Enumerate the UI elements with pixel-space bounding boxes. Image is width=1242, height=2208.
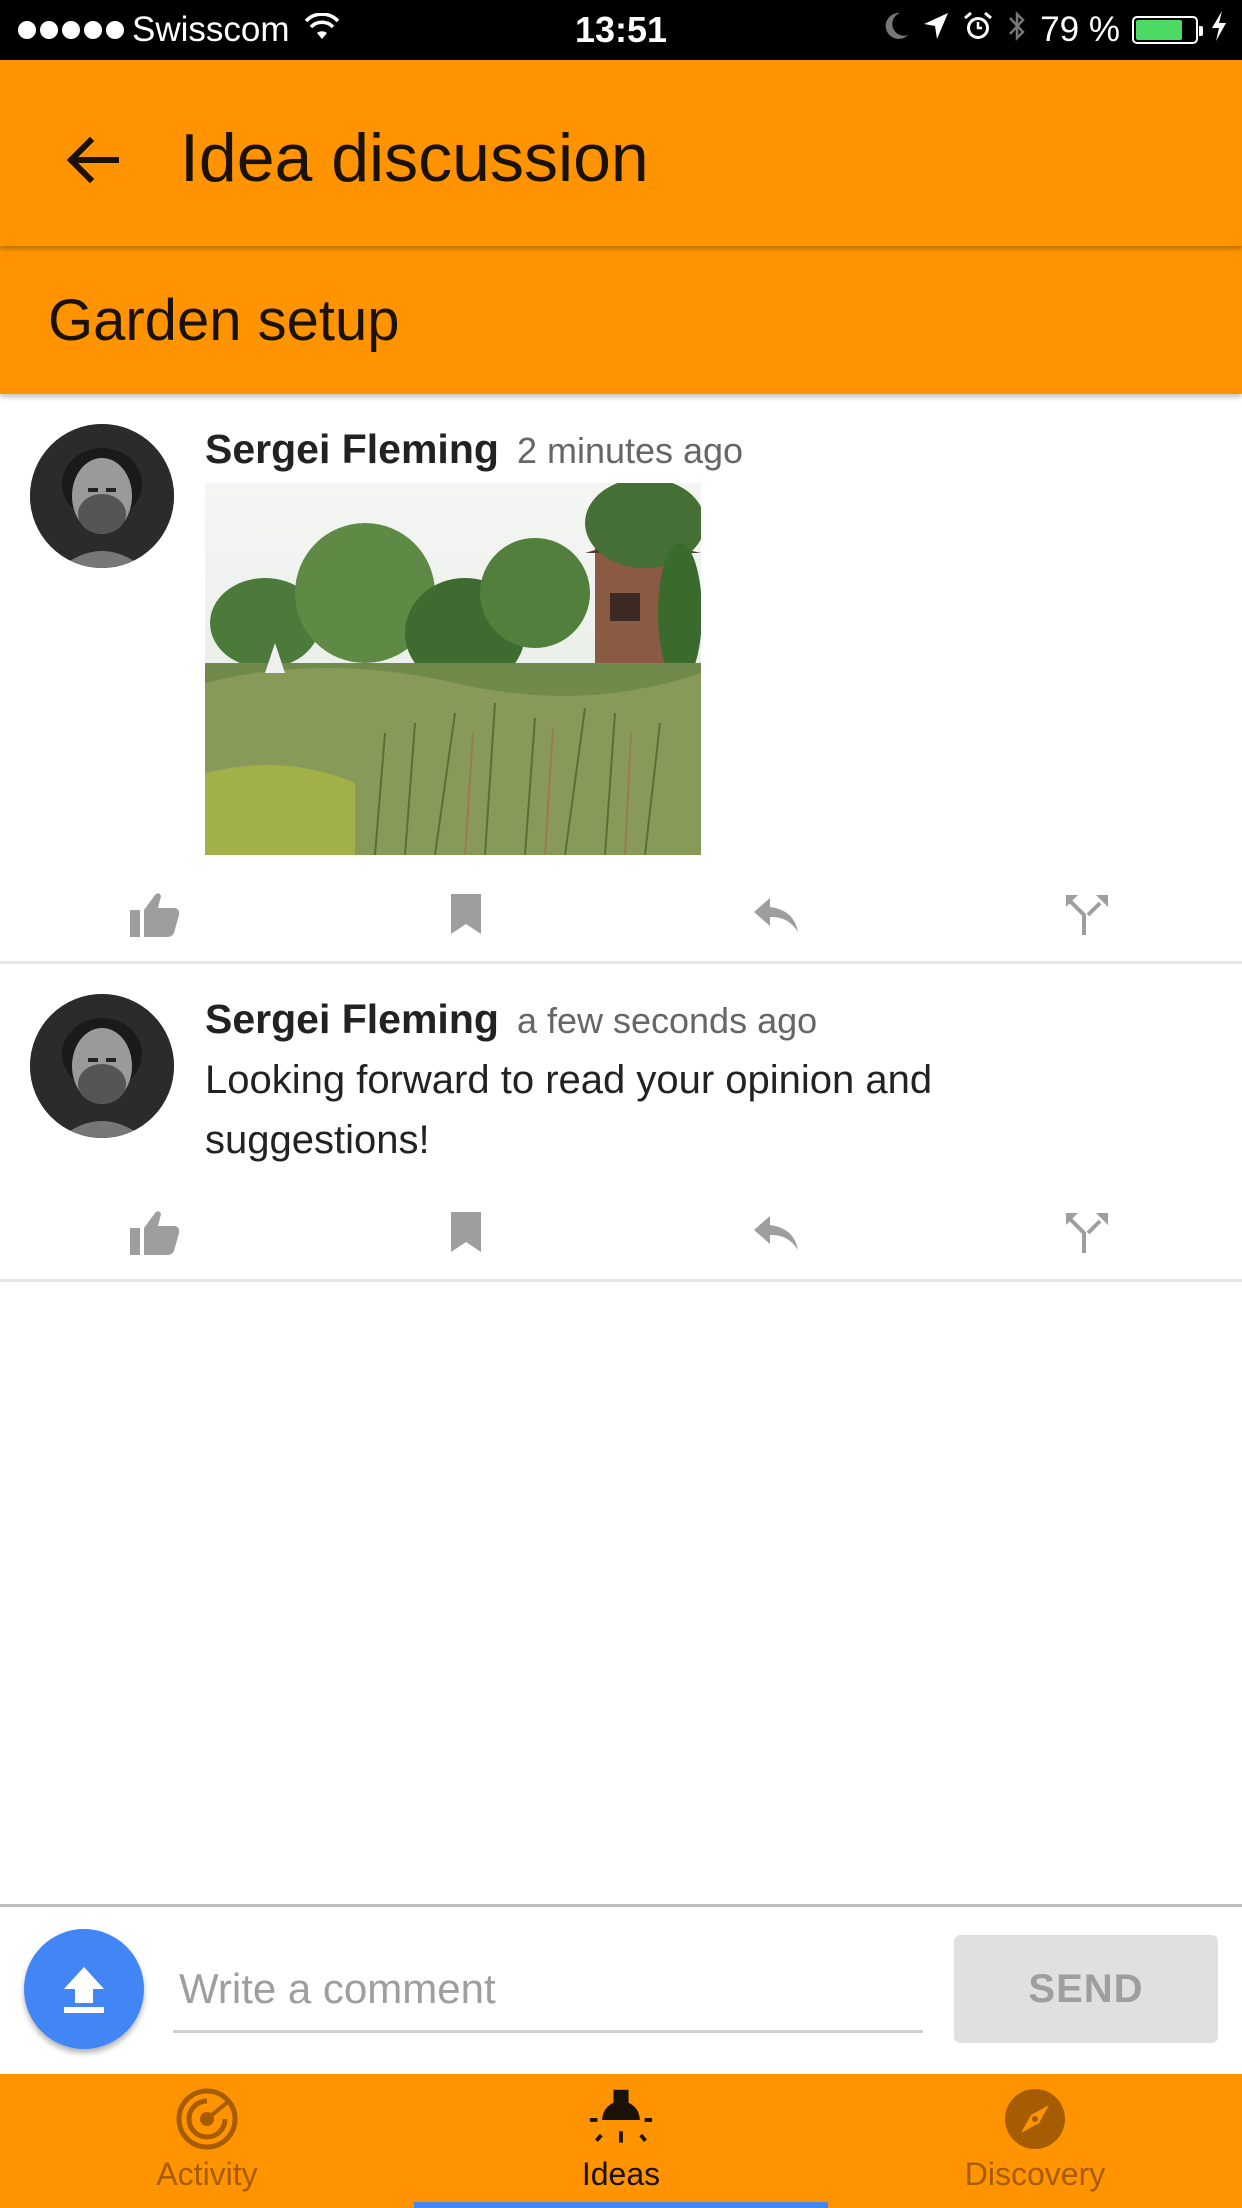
like-button[interactable] (120, 884, 190, 944)
avatar[interactable] (30, 424, 174, 568)
fork-icon (1066, 895, 1108, 935)
thumbs-up-icon (130, 1211, 180, 1255)
arrow-left-icon (66, 136, 119, 184)
post-photo[interactable] (205, 483, 701, 855)
comment-input[interactable] (173, 1947, 923, 2033)
bookmark-button[interactable] (431, 1202, 501, 1262)
compass-icon (1002, 2086, 1068, 2152)
battery-icon (1132, 16, 1203, 44)
post-actions (0, 874, 1242, 954)
author-name[interactable]: Sergei Fleming (205, 426, 499, 472)
nav-item-activity[interactable]: Activity (0, 2074, 414, 2208)
selected-tab-indicator (414, 2202, 828, 2208)
post-text: Looking forward to read your opinion and… (205, 1058, 933, 1162)
reply-button[interactable] (741, 884, 811, 944)
nav-label: Discovery (964, 2156, 1106, 2192)
bottom-navigation: Activity Ideas Discovery (0, 2074, 1242, 2208)
post-meta: Sergei Fleming a few seconds ago (205, 994, 817, 1046)
upload-button[interactable] (24, 1929, 144, 2049)
battery-percent: 79 % (1040, 10, 1120, 49)
thumbs-up-icon (130, 893, 180, 937)
post-time: 2 minutes ago (516, 430, 744, 471)
post-time: a few seconds ago (516, 1000, 818, 1041)
charging-bolt-icon (1210, 10, 1228, 51)
status-bar: Swisscom 13:51 79 % (0, 0, 1242, 60)
lightbulb-icon (588, 2086, 654, 2152)
bookmark-icon (451, 1212, 481, 1252)
nav-label: Activity (156, 2156, 258, 2192)
nav-item-discovery[interactable]: Discovery (828, 2074, 1242, 2208)
send-button[interactable]: SEND (954, 1935, 1218, 2043)
fork-icon (1066, 1213, 1108, 1253)
page-title: Idea discussion (180, 120, 649, 196)
reply-icon (754, 898, 798, 932)
avatar[interactable] (30, 994, 174, 1138)
moon-icon (882, 11, 910, 50)
radar-icon (174, 2086, 240, 2152)
bookmark-icon (451, 894, 481, 934)
idea-header: Garden setup (0, 246, 1242, 394)
idea-title: Garden setup (48, 288, 400, 353)
author-name[interactable]: Sergei Fleming (205, 996, 499, 1042)
like-button[interactable] (120, 1202, 190, 1262)
bluetooth-icon (1006, 9, 1028, 52)
reply-icon (754, 1216, 798, 1250)
nav-label: Ideas (581, 2156, 661, 2192)
app-bar: Idea discussion (0, 60, 1242, 246)
post-item: Sergei Fleming 2 minutes ago (0, 394, 1242, 964)
location-arrow-icon (922, 11, 950, 50)
post-item: Sergei Fleming a few seconds ago Looking… (0, 964, 1242, 1282)
fork-button[interactable] (1052, 1202, 1122, 1262)
upload-icon (64, 1967, 104, 2013)
status-right: 79 % (882, 10, 1228, 50)
post-meta: Sergei Fleming 2 minutes ago (205, 424, 743, 476)
reply-button[interactable] (741, 1202, 811, 1262)
back-button[interactable] (52, 120, 132, 200)
comment-composer: SEND (0, 1904, 1242, 2074)
fork-button[interactable] (1052, 884, 1122, 944)
alarm-icon (962, 10, 994, 51)
nav-item-ideas[interactable]: Ideas (414, 2074, 828, 2208)
bookmark-button[interactable] (431, 884, 501, 944)
post-actions (0, 1192, 1242, 1272)
